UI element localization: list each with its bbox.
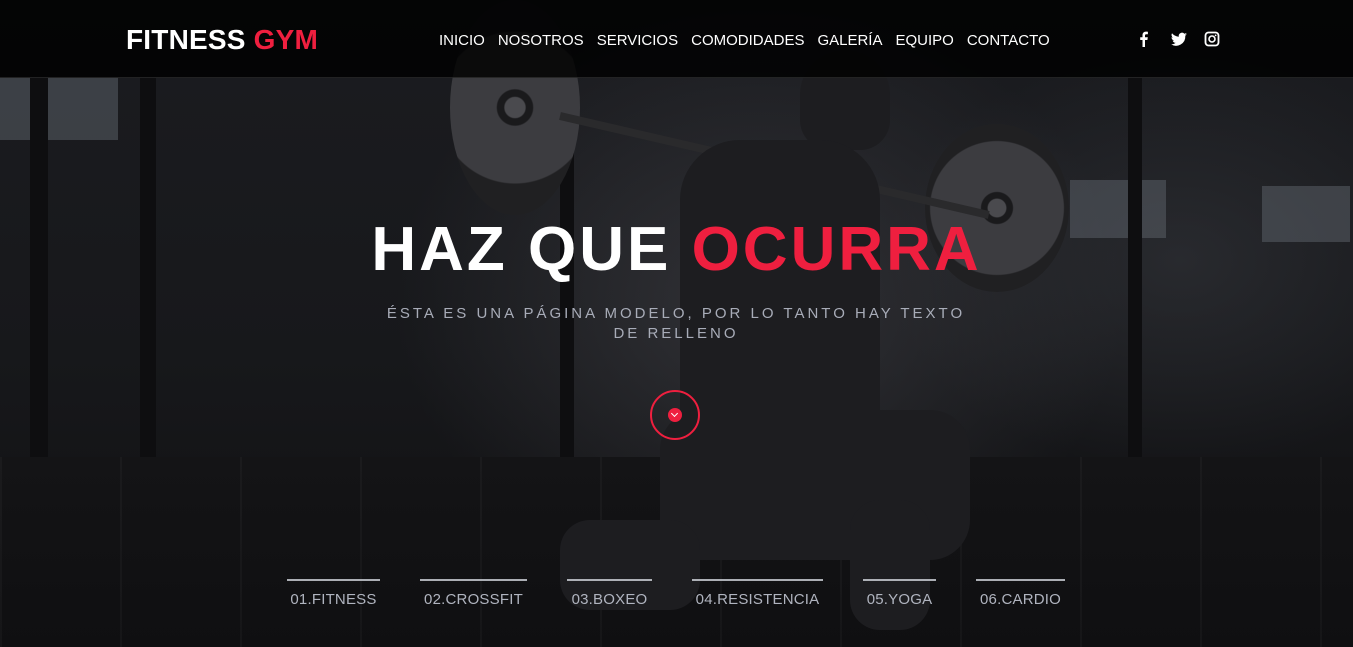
category-line <box>567 579 652 581</box>
scroll-down-button[interactable] <box>650 390 700 440</box>
headline-white: HAZ QUE <box>371 215 672 284</box>
nav-item-comodidades[interactable]: COMODIDADES <box>691 32 804 50</box>
category-label: 05.YOGA <box>866 591 933 608</box>
hero-headline: HAZ QUE OCURRA <box>0 216 1353 284</box>
chevron-down-icon <box>668 408 682 422</box>
category-line <box>287 579 380 581</box>
facebook-icon[interactable] <box>1136 30 1152 48</box>
category-line <box>420 579 527 581</box>
category-label: 02.CROSSFIT <box>424 591 523 608</box>
category-label: 04.RESISTENCIA <box>695 591 820 608</box>
nav-item-galeria[interactable]: GALERÍA <box>817 32 882 50</box>
window-shape <box>0 78 118 140</box>
brand-name-part1: FITNESS <box>126 24 246 55</box>
brand-name-part2: GYM <box>253 24 319 55</box>
nav-item-inicio[interactable]: INICIO <box>439 32 485 50</box>
athlete-torso <box>680 140 880 440</box>
category-boxeo[interactable]: 03.BOXEO <box>567 579 652 608</box>
headline-red: OCURRA <box>691 215 982 284</box>
category-label: 01.FITNESS <box>290 591 377 608</box>
category-yoga[interactable]: 05.YOGA <box>863 579 936 608</box>
nav-item-nosotros[interactable]: NOSOTROS <box>498 32 584 50</box>
site-header: FITNESS GYM INICIO NOSOTROS SERVICIOS CO… <box>0 0 1353 78</box>
nav-item-contacto[interactable]: CONTACTO <box>967 32 1050 50</box>
category-resistencia[interactable]: 04.RESISTENCIA <box>692 579 823 608</box>
brand-logo[interactable]: FITNESS GYM <box>126 24 318 56</box>
instagram-icon[interactable] <box>1204 30 1220 48</box>
hero-subtitle: ÉSTA ES UNA PÁGINA MODELO, POR LO TANTO … <box>386 305 966 342</box>
category-line <box>976 579 1065 581</box>
category-line <box>692 579 823 581</box>
twitter-icon[interactable] <box>1170 30 1187 48</box>
nav-item-equipo[interactable]: EQUIPO <box>895 32 953 50</box>
main-nav: INICIO NOSOTROS SERVICIOS COMODIDADES GA… <box>439 32 1063 50</box>
category-crossfit[interactable]: 02.CROSSFIT <box>420 579 527 608</box>
category-label: 06.CARDIO <box>980 591 1061 608</box>
category-fitness[interactable]: 01.FITNESS <box>287 579 380 608</box>
social-links <box>1136 30 1238 48</box>
athlete-leg-front <box>850 500 930 630</box>
category-cardio[interactable]: 06.CARDIO <box>976 579 1065 608</box>
nav-item-servicios[interactable]: SERVICIOS <box>597 32 678 50</box>
category-line <box>863 579 936 581</box>
category-label: 03.BOXEO <box>571 591 648 608</box>
